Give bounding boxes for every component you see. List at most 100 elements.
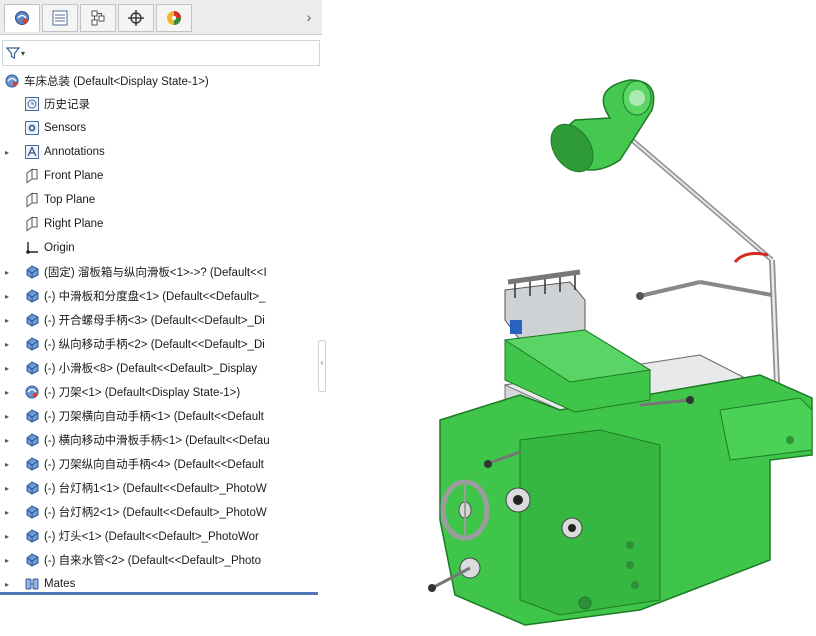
expand-caret-icon[interactable]: ▸: [5, 316, 13, 325]
tree-item-label: Sensors: [44, 122, 87, 134]
subassembly-icon: [24, 432, 40, 448]
tree-item-label: (-) 小滑板<8> (Default<<Default>_Display: [44, 363, 258, 375]
tree-item-label: Annotations: [44, 146, 105, 158]
tree-item-label: (-) 横向移动中滑板手柄<1> (Default<<Defau: [44, 435, 270, 447]
tree-item-label: (-) 自来水管<2> (Default<<Default>_Photo: [44, 555, 262, 567]
tree-filter-field[interactable]: ▾: [2, 40, 320, 66]
expand-caret-icon[interactable]: ▸: [5, 580, 13, 589]
tab-property-manager[interactable]: [42, 4, 78, 32]
tree-item-component[interactable]: ▸ (-) 中滑板和分度盘<1> (Default<<Default>_: [0, 285, 322, 307]
expand-caret-icon[interactable]: ▸: [5, 292, 13, 301]
tab-display-manager[interactable]: [156, 4, 192, 32]
expand-caret-icon[interactable]: ▸: [5, 508, 13, 517]
filter-dropdown-arrow[interactable]: ▾: [21, 49, 25, 58]
lathe-model-render: [428, 79, 813, 626]
panel-splitter-handle[interactable]: ‹: [318, 340, 326, 392]
plane-icon: [24, 192, 40, 208]
expand-caret-icon[interactable]: ▸: [5, 340, 13, 349]
configuration-manager-icon: [91, 10, 105, 26]
tree-item-label: (-) 刀架<1> (Default<Display State-1>): [44, 387, 241, 399]
tree-item-label: (-) 中滑板和分度盘<1> (Default<<Default>_: [44, 291, 266, 303]
manager-tab-bar: ›: [0, 0, 322, 35]
tree-item-component[interactable]: ▸ (-) 开合螺母手柄<3> (Default<<Default>_Di: [0, 309, 322, 331]
tree-item-label: (-) 纵向移动手柄<2> (Default<<Default>_Di: [44, 339, 265, 351]
subassembly-icon: [24, 528, 40, 544]
expand-caret-icon[interactable]: ▸: [5, 484, 13, 493]
subassembly-icon: [24, 480, 40, 496]
tree-item-label: (-) 刀架纵向自动手柄<4> (Default<<Default: [44, 459, 264, 471]
history-icon: [24, 96, 40, 112]
expand-caret-icon[interactable]: ▸: [5, 436, 13, 445]
mates-icon: [24, 576, 40, 592]
tree-item-component[interactable]: ▸ (-) 横向移动中滑板手柄<1> (Default<<Defau: [0, 429, 322, 451]
subassembly-icon: [24, 504, 40, 520]
tree-item-component[interactable]: ▸ (-) 刀架横向自动手柄<1> (Default<<Default: [0, 405, 322, 427]
subassembly-icon: [24, 264, 40, 280]
tree-item-origin[interactable]: Origin: [0, 237, 322, 259]
tree-item-component[interactable]: ▸ (-) 台灯柄2<1> (Default<<Default>_PhotoW: [0, 501, 322, 523]
expand-caret-icon[interactable]: ▸: [5, 532, 13, 541]
tree-item-sensors[interactable]: Sensors: [0, 117, 322, 139]
subassembly-icon: [24, 360, 40, 376]
tree-root-label: 车床总装 (Default<Display State-1>): [24, 76, 209, 88]
tree-item-label: (固定) 溜板箱与纵向滑板<1>->? (Default<<I: [44, 267, 267, 279]
tree-item-component[interactable]: ▸ (-) 小滑板<8> (Default<<Default>_Display: [0, 357, 322, 379]
sensors-icon: [24, 120, 40, 136]
tree-item-annotations[interactable]: ▸ Annotations: [0, 141, 322, 163]
plane-icon: [24, 216, 40, 232]
tree-item-label: Front Plane: [44, 170, 104, 182]
display-manager-icon: [167, 11, 181, 25]
tree-item-top-plane[interactable]: Top Plane: [0, 189, 322, 211]
subassembly-icon: [24, 552, 40, 568]
expand-caret-icon[interactable]: ▸: [5, 364, 13, 373]
tree-item-label: 历史记录: [44, 99, 90, 111]
filter-icon: [6, 47, 20, 59]
tree-item-label: Right Plane: [44, 218, 104, 230]
panel-scrollbar[interactable]: [0, 592, 318, 595]
tab-configuration-manager[interactable]: [80, 4, 116, 32]
collapse-arrow-icon: ‹: [320, 357, 324, 367]
tree-item-component[interactable]: ▸ (-) 灯头<1> (Default<<Default>_PhotoWor: [0, 525, 322, 547]
subassembly-icon: [24, 456, 40, 472]
expand-caret-icon[interactable]: ▸: [5, 412, 13, 421]
tree-item-component[interactable]: ▸ (-) 刀架<1> (Default<Display State-1>): [0, 381, 322, 403]
tab-expand-button[interactable]: ›: [300, 8, 318, 26]
tree-item-component[interactable]: ▸ (-) 自来水管<2> (Default<<Default>_Photo: [0, 549, 322, 571]
tree-root-assembly[interactable]: 车床总装 (Default<Display State-1>): [0, 70, 322, 92]
tree-item-label: Mates: [44, 578, 76, 590]
expand-caret-icon[interactable]: ▸: [5, 460, 13, 469]
tree-item-component[interactable]: ▸ (-) 刀架纵向自动手柄<4> (Default<<Default: [0, 453, 322, 475]
tree-item-label: (-) 开合螺母手柄<3> (Default<<Default>_Di: [44, 315, 265, 327]
subassembly-icon: [24, 288, 40, 304]
subassembly-icon: [24, 312, 40, 328]
expand-caret-icon[interactable]: ▸: [5, 148, 13, 157]
tree-item-component[interactable]: ▸ (-) 台灯柄1<1> (Default<<Default>_PhotoW: [0, 477, 322, 499]
tree-item-right-plane[interactable]: Right Plane: [0, 213, 322, 235]
tree-item-history[interactable]: 历史记录: [0, 93, 322, 115]
property-manager-icon: [52, 10, 68, 26]
tree-item-label: Top Plane: [44, 194, 96, 206]
assembly-icon: [4, 73, 20, 89]
expand-caret-icon[interactable]: ▸: [5, 388, 13, 397]
tree-item-component[interactable]: ▸ (-) 纵向移动手柄<2> (Default<<Default>_Di: [0, 333, 322, 355]
dimxpert-manager-icon: [128, 10, 144, 26]
subassembly-icon: [24, 408, 40, 424]
tree-item-label: (-) 台灯柄1<1> (Default<<Default>_PhotoW: [44, 483, 267, 495]
tree-item-label: (-) 台灯柄2<1> (Default<<Default>_PhotoW: [44, 507, 267, 519]
feature-manager-icon: [15, 11, 29, 25]
graphics-viewport[interactable]: [330, 0, 816, 633]
expand-caret-icon[interactable]: ▸: [5, 268, 13, 277]
tab-dimxpert-manager[interactable]: [118, 4, 154, 32]
tab-feature-manager[interactable]: [4, 4, 40, 32]
tree-item-label: (-) 刀架横向自动手柄<1> (Default<<Default: [44, 411, 264, 423]
subassembly-icon: [24, 336, 40, 352]
tree-item-front-plane[interactable]: Front Plane: [0, 165, 322, 187]
tree-item-label: (-) 灯头<1> (Default<<Default>_PhotoWor: [44, 531, 259, 543]
assembly-icon: [24, 384, 40, 400]
expand-caret-icon[interactable]: ▸: [5, 556, 13, 565]
plane-icon: [24, 168, 40, 184]
tree-item-component[interactable]: ▸ (固定) 溜板箱与纵向滑板<1>->? (Default<<I: [0, 261, 322, 283]
annotations-icon: [24, 144, 40, 160]
feature-manager-panel: › ▾ 车床总装 (Default<Display State-1>) 历史记录: [0, 0, 322, 633]
origin-icon: [24, 240, 40, 256]
